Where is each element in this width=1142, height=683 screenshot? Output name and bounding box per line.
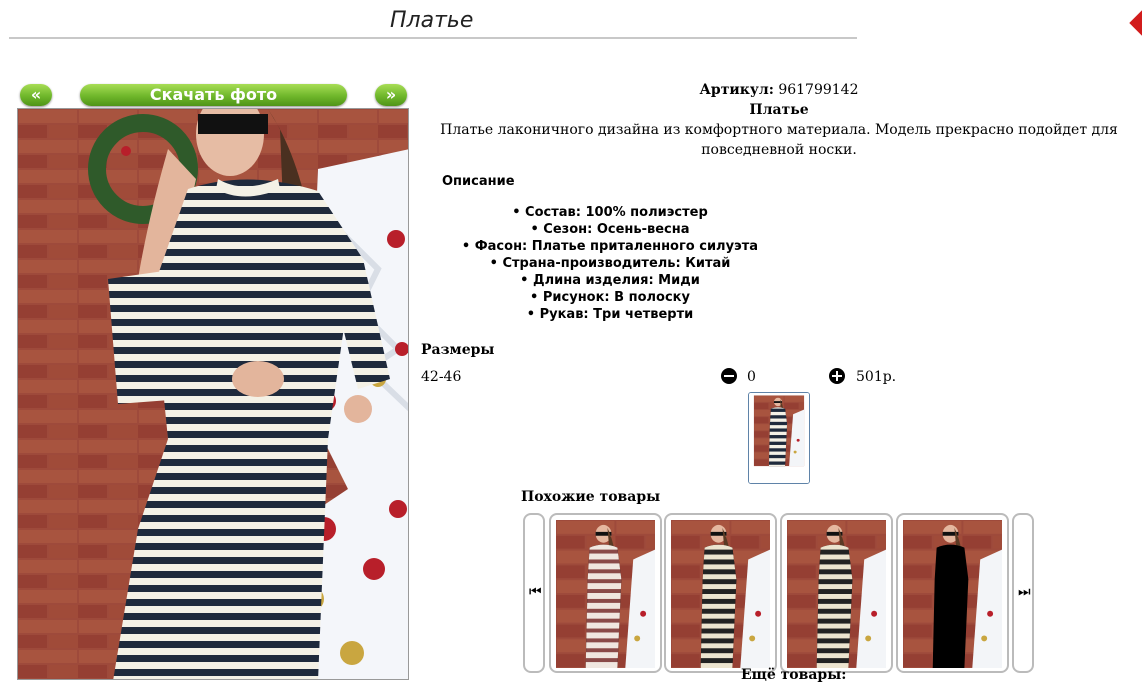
similar-product-card[interactable] <box>664 513 777 673</box>
download-photo-button[interactable]: Скачать фото <box>80 84 347 106</box>
skip-forward-icon: ⏭ <box>1018 584 1031 600</box>
minus-circle-icon[interactable] <box>721 368 737 384</box>
skip-back-icon: ⏮ <box>529 584 542 600</box>
product-thumbnail[interactable] <box>748 392 810 484</box>
similar-product-card[interactable] <box>549 513 662 673</box>
article-number: 961799142 <box>778 82 859 98</box>
property-item: Рисунок: В полоску <box>420 289 800 306</box>
page-title: Платье <box>390 8 474 33</box>
close-icon[interactable] <box>1129 10 1142 36</box>
properties-list: Состав: 100% полиэстер Сезон: Осень-весн… <box>420 204 800 323</box>
property-item: Фасон: Платье приталенного силуэта <box>420 238 800 255</box>
next-photo-button[interactable]: » <box>375 84 407 106</box>
sizes-heading: Размеры <box>421 342 495 358</box>
similar-product-card[interactable] <box>780 513 893 673</box>
property-item: Страна-производитель: Китай <box>420 255 800 272</box>
more-products-heading: Ещё товары: <box>741 667 847 683</box>
similar-product-card[interactable] <box>896 513 1009 673</box>
property-item: Состав: 100% полиэстер <box>420 204 800 221</box>
property-item: Длина изделия: Миди <box>420 272 800 289</box>
size-label: 42-46 <box>421 369 462 385</box>
main-product-photo[interactable] <box>17 108 409 680</box>
article-label: Артикул: <box>699 82 774 98</box>
product-description: Платье лаконичного дизайна из комфортног… <box>440 122 1118 158</box>
product-name: Платье <box>749 102 809 118</box>
property-item: Сезон: Осень-весна <box>420 221 800 238</box>
prev-photo-button[interactable]: « <box>20 84 52 106</box>
carousel-next-button[interactable]: ⏭ <box>1012 513 1034 673</box>
description-heading: Описание <box>442 174 515 189</box>
plus-circle-icon[interactable] <box>829 368 845 384</box>
quantity-value: 0 <box>747 369 756 385</box>
title-divider <box>9 37 857 39</box>
property-item: Рукав: Три четверти <box>420 306 800 323</box>
price-value: 501р. <box>856 369 897 385</box>
product-info: Артикул: 961799142 Платье Платье лаконич… <box>420 80 1138 160</box>
similar-products-heading: Похожие товары <box>521 489 661 505</box>
carousel-prev-button[interactable]: ⏮ <box>523 513 545 673</box>
